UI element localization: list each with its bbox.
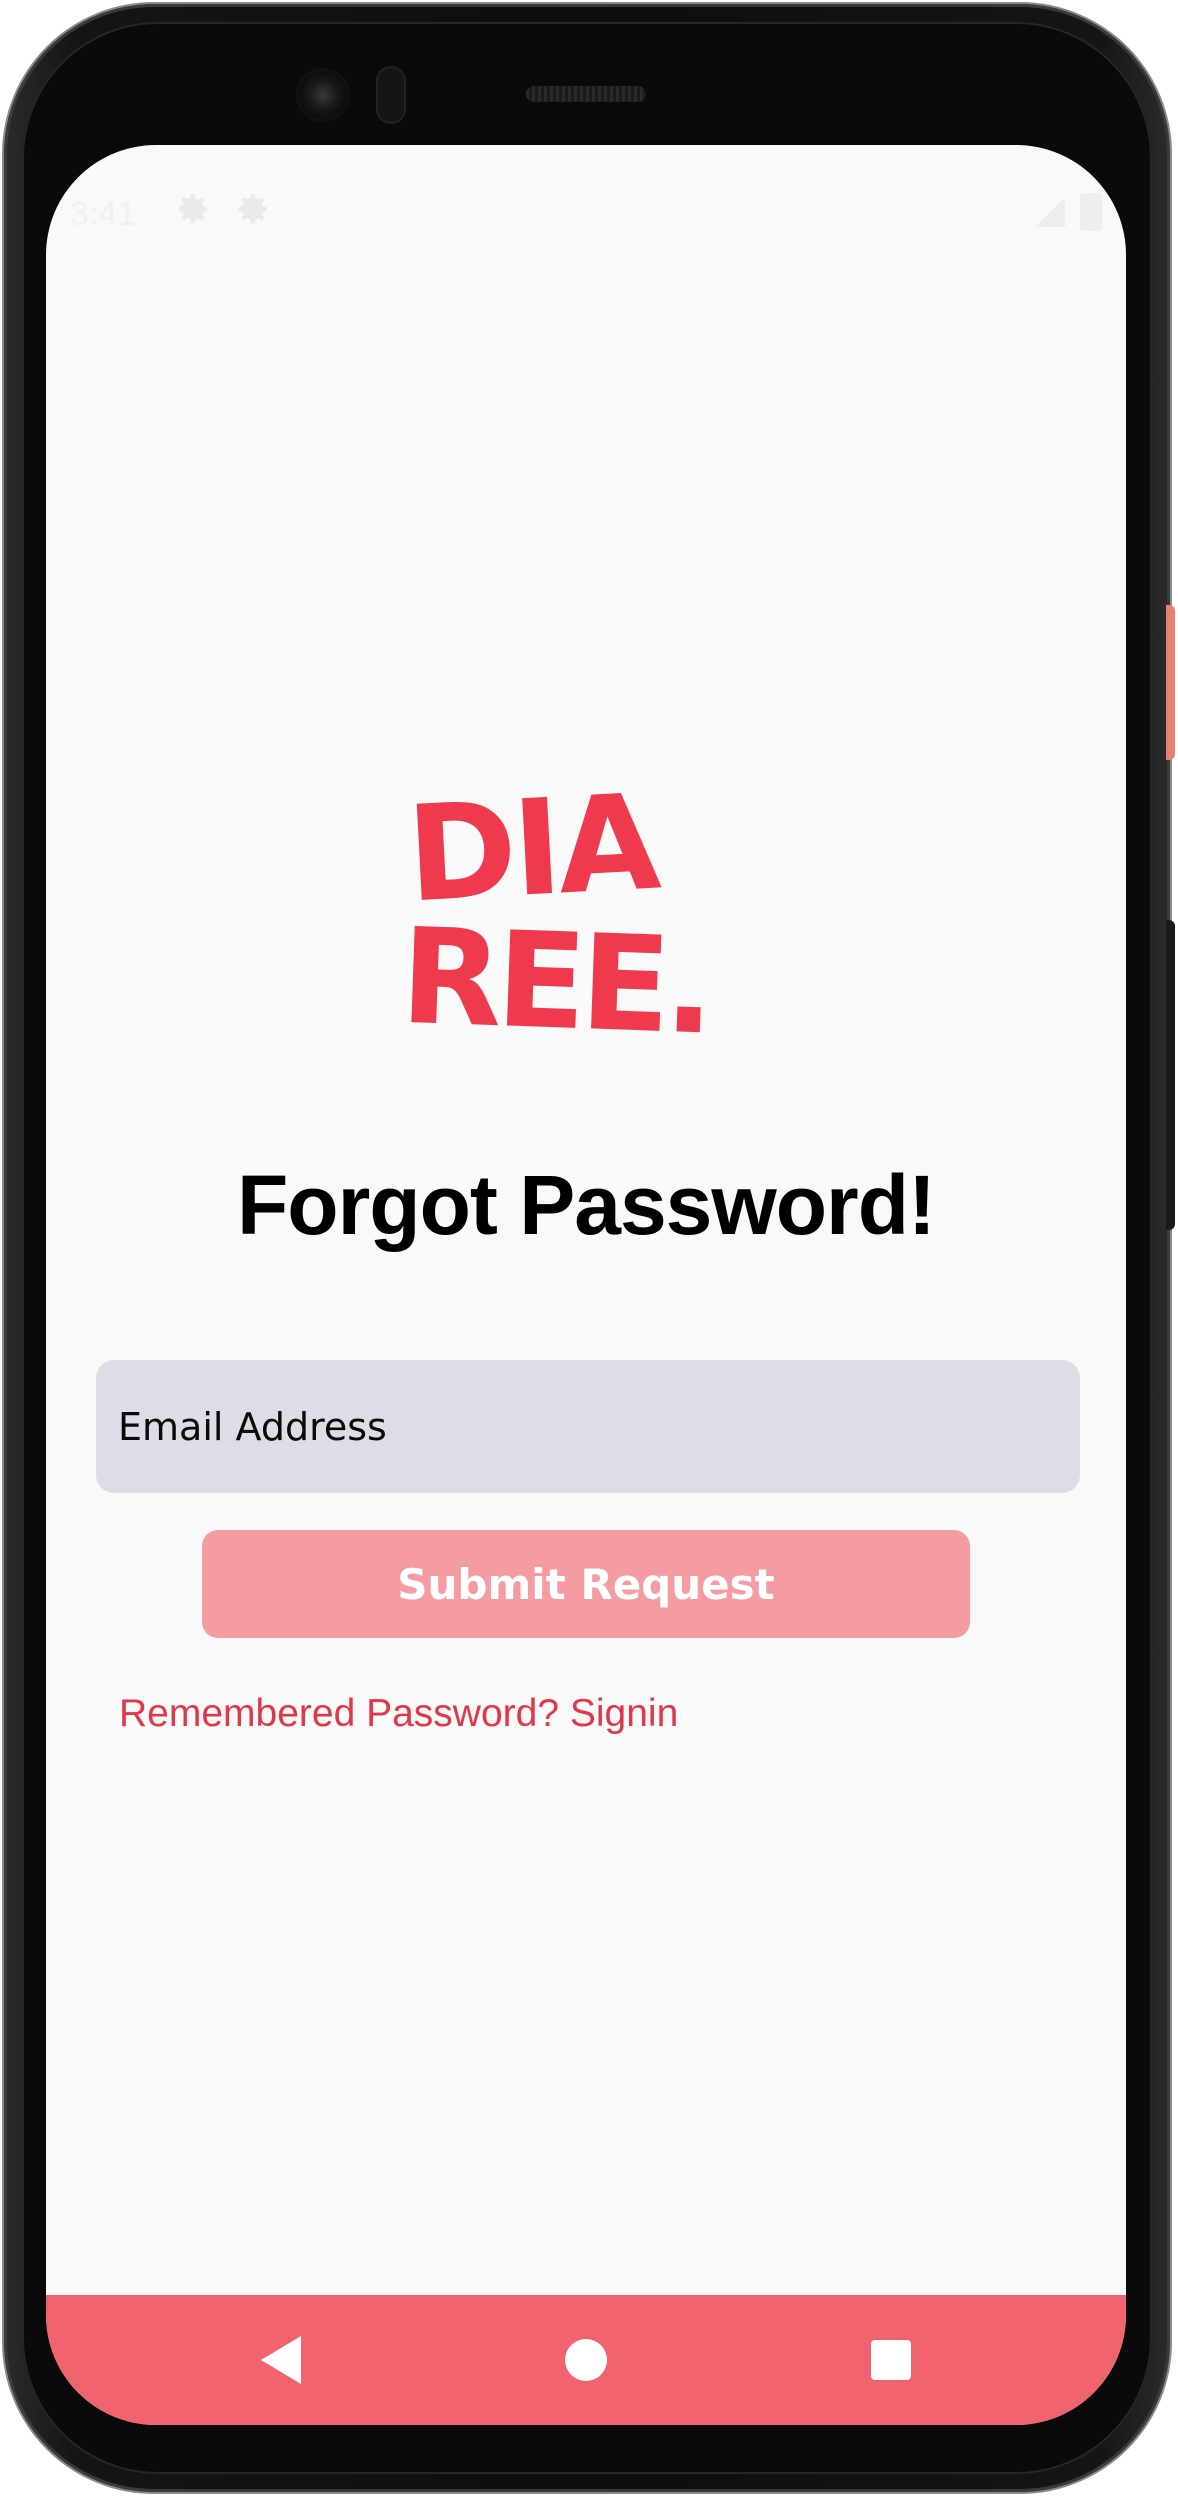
battery-icon [1080, 193, 1102, 231]
front-camera [296, 68, 350, 122]
status-indicators [1032, 193, 1102, 231]
home-circle-icon [565, 2339, 607, 2381]
navigation-bar [46, 2295, 1126, 2425]
email-field[interactable] [96, 1360, 1080, 1493]
submit-request-button[interactable]: Submit Request [202, 1530, 970, 1638]
volume-button [1166, 920, 1175, 1230]
app-screen: 3:41 DIA REE. Forgot Password! Submit Re… [46, 145, 1126, 2425]
signin-link[interactable]: Remembered Password? Signin [119, 1692, 678, 1736]
back-triangle-icon [261, 2336, 301, 2384]
signal-icon [1035, 197, 1065, 227]
diaree-logo: DIA REE. [401, 775, 711, 1035]
recents-square-icon [871, 2340, 911, 2380]
status-bar: 3:41 [46, 145, 1126, 285]
status-time: 3:41 [70, 195, 137, 233]
settings-gear-icon [178, 194, 207, 224]
nav-recents-button[interactable] [856, 2325, 926, 2395]
power-button [1166, 605, 1175, 760]
settings-gear-icon [238, 194, 267, 224]
nav-home-button[interactable] [551, 2325, 621, 2395]
logo-line-2: REE. [401, 900, 711, 1035]
page-title: Forgot Password! [236, 1158, 936, 1252]
proximity-sensor [376, 66, 406, 124]
earpiece-speaker [526, 86, 646, 102]
nav-back-button[interactable] [246, 2325, 316, 2395]
